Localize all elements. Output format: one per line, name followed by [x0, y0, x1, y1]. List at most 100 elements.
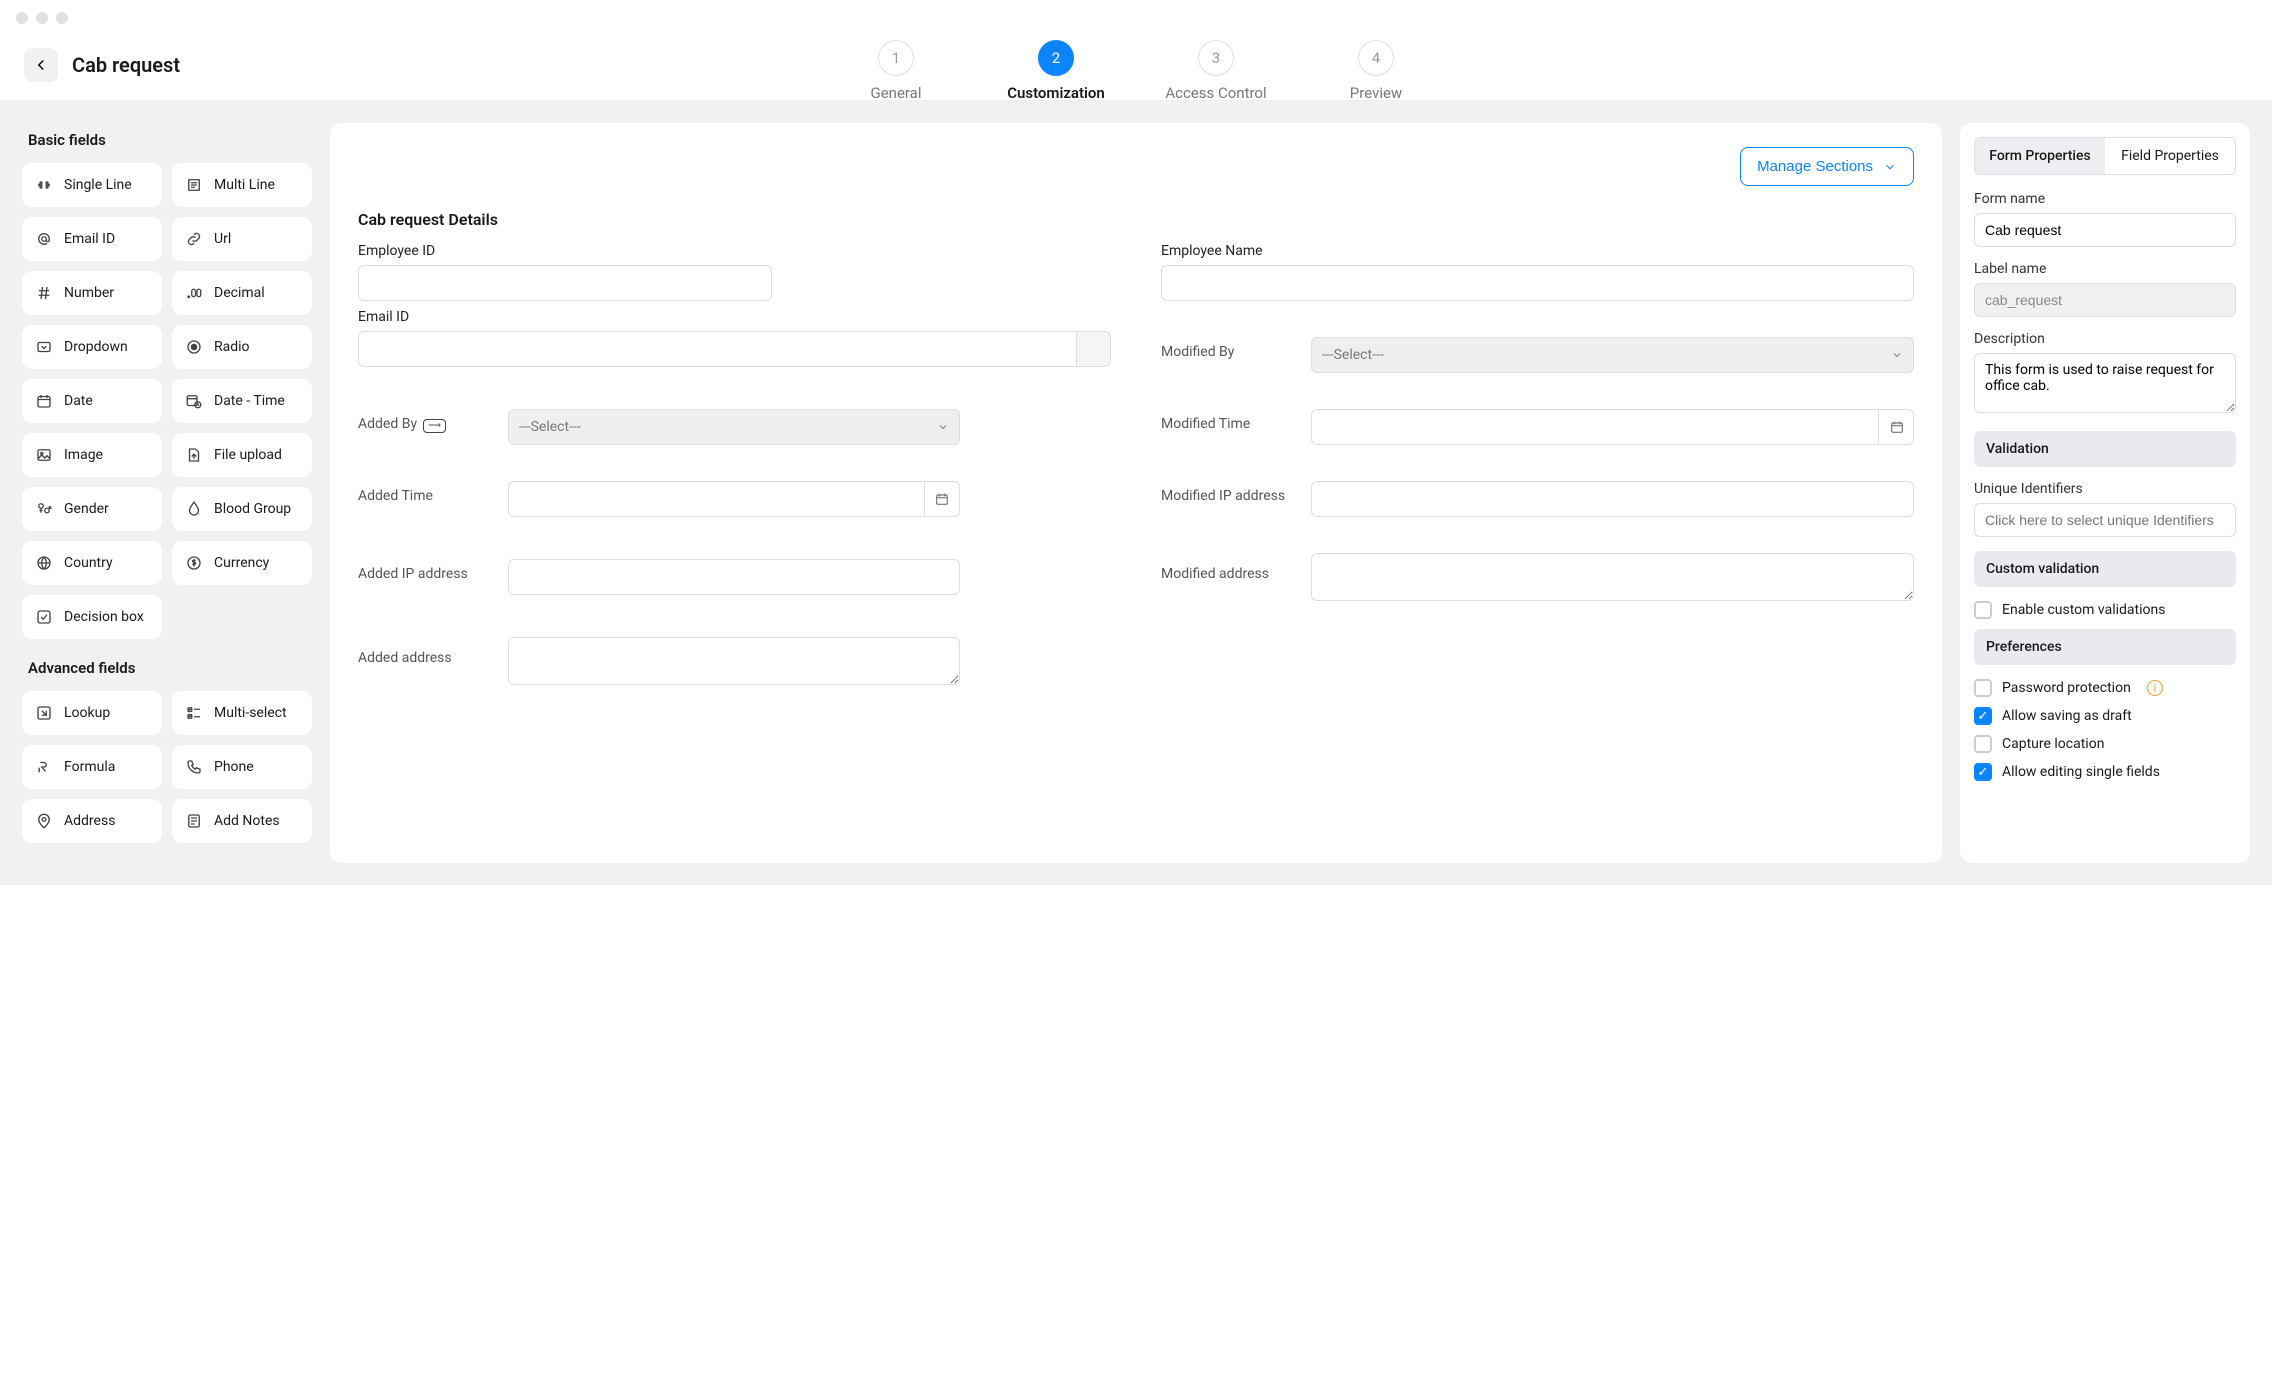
field-added-time[interactable]: Added Time	[358, 481, 1111, 517]
field-dropdown[interactable]: Dropdown	[22, 325, 162, 369]
section-title: Cab request Details	[358, 210, 1914, 229]
email-id-input[interactable]	[358, 331, 1077, 367]
page-title: Cab request	[72, 53, 180, 77]
field-added-address[interactable]: Added address	[358, 637, 1111, 685]
fields-palette: Basic fields Single Line Multi Line Emai…	[22, 123, 312, 863]
field-gender[interactable]: Gender	[22, 487, 162, 531]
employee-name-input[interactable]	[1161, 265, 1914, 301]
basic-fields-heading: Basic fields	[28, 131, 312, 149]
added-by-select[interactable]: ---Select---	[508, 409, 960, 445]
validation-section-header: Validation	[1974, 431, 2236, 467]
field-added-by[interactable]: Added By⟶ ---Select---	[358, 409, 1111, 445]
field-lookup[interactable]: Lookup	[22, 691, 162, 735]
url-icon	[184, 229, 204, 249]
field-date-time[interactable]: Date - Time	[172, 379, 312, 423]
field-multi-line[interactable]: Multi Line	[172, 163, 312, 207]
window-dots	[0, 0, 2272, 36]
field-modified-time[interactable]: Modified Time	[1161, 409, 1914, 445]
field-added-ip[interactable]: Added IP address	[358, 553, 1111, 601]
field-number[interactable]: Number	[22, 271, 162, 315]
field-radio[interactable]: Radio	[172, 325, 312, 369]
pref-allow-editing-single-fields[interactable]: Allow editing single fields	[1974, 763, 2236, 781]
form-name-label: Form name	[1974, 191, 2236, 207]
main-area: Basic fields Single Line Multi Line Emai…	[0, 101, 2272, 885]
field-formula[interactable]: Formula	[22, 745, 162, 789]
link-icon: ⟶	[423, 419, 446, 433]
added-ip-input[interactable]	[508, 559, 960, 595]
wizard-step-preview[interactable]: 4 Preview	[1296, 40, 1456, 102]
field-modified-address[interactable]: Modified address	[1161, 553, 1914, 601]
field-email[interactable]: Email ID	[22, 217, 162, 261]
single-line-icon	[34, 175, 54, 195]
added-time-input[interactable]	[508, 481, 960, 517]
date-time-icon	[184, 391, 204, 411]
manage-sections-button[interactable]: Manage Sections	[1740, 147, 1914, 186]
pref-password-protection[interactable]: Password protection i	[1974, 679, 2236, 697]
email-suffix-icon	[1077, 331, 1111, 367]
form-name-input[interactable]	[1974, 213, 2236, 247]
wizard-step-access-control[interactable]: 3 Access Control	[1136, 40, 1296, 102]
field-modified-by[interactable]: Modified By ---Select---	[1161, 337, 1914, 373]
properties-panel: Form Properties Field Properties Form na…	[1960, 123, 2250, 863]
preferences-header: Preferences	[1974, 629, 2236, 665]
field-decimal[interactable]: Decimal	[172, 271, 312, 315]
wizard-stepper: 1 General 2 Customization 3 Access Contr…	[816, 40, 1456, 102]
field-image[interactable]: Image	[22, 433, 162, 477]
field-modified-ip[interactable]: Modified IP address	[1161, 481, 1914, 517]
currency-icon	[184, 553, 204, 573]
added-address-input[interactable]	[508, 637, 960, 685]
country-icon	[34, 553, 54, 573]
tab-form-properties[interactable]: Form Properties	[1975, 138, 2105, 174]
field-single-line[interactable]: Single Line	[22, 163, 162, 207]
number-icon	[34, 283, 54, 303]
field-employee-name[interactable]: Employee Name	[1161, 243, 1914, 301]
field-decision-box[interactable]: Decision box	[22, 595, 162, 639]
field-file-upload[interactable]: File upload	[172, 433, 312, 477]
tab-field-properties[interactable]: Field Properties	[2105, 138, 2235, 174]
field-country[interactable]: Country	[22, 541, 162, 585]
modified-ip-input[interactable]	[1311, 481, 1914, 517]
field-multi-select[interactable]: Multi-select	[172, 691, 312, 735]
chevron-down-icon	[1883, 160, 1897, 174]
chevron-down-icon	[1891, 349, 1903, 361]
file-upload-icon	[184, 445, 204, 465]
field-url[interactable]: Url	[172, 217, 312, 261]
multi-select-icon	[184, 703, 204, 723]
dropdown-icon	[34, 337, 54, 357]
pref-allow-saving-draft[interactable]: Allow saving as draft	[1974, 707, 2236, 725]
pref-capture-location[interactable]: Capture location	[1974, 735, 2236, 753]
field-add-notes[interactable]: Add Notes	[172, 799, 312, 843]
address-icon	[34, 811, 54, 831]
employee-id-input[interactable]	[358, 265, 772, 301]
label-name-input	[1974, 283, 2236, 317]
field-date[interactable]: Date	[22, 379, 162, 423]
enable-custom-validation-checkbox[interactable]: Enable custom validations	[1974, 601, 2236, 619]
chevron-down-icon	[937, 421, 949, 433]
description-label: Description	[1974, 331, 2236, 347]
phone-icon	[184, 757, 204, 777]
date-icon	[34, 391, 54, 411]
wizard-step-general[interactable]: 1 General	[816, 40, 976, 102]
back-arrow-icon	[32, 56, 50, 74]
modified-address-input[interactable]	[1311, 553, 1914, 601]
notes-icon	[184, 811, 204, 831]
field-employee-id[interactable]: Employee ID	[358, 243, 1111, 301]
field-currency[interactable]: Currency	[172, 541, 312, 585]
field-blood-group[interactable]: Blood Group	[172, 487, 312, 531]
unique-identifiers-input[interactable]	[1974, 503, 2236, 537]
field-phone[interactable]: Phone	[172, 745, 312, 789]
radio-icon	[184, 337, 204, 357]
back-button[interactable]	[24, 48, 58, 82]
field-address[interactable]: Address	[22, 799, 162, 843]
modified-by-select[interactable]: ---Select---	[1311, 337, 1914, 373]
image-icon	[34, 445, 54, 465]
blood-icon	[184, 499, 204, 519]
modified-time-input[interactable]	[1311, 409, 1914, 445]
advanced-fields-heading: Advanced fields	[28, 659, 312, 677]
calendar-icon[interactable]	[1878, 409, 1914, 445]
field-email-id[interactable]: Email ID	[358, 309, 1111, 373]
description-input[interactable]	[1974, 353, 2236, 413]
wizard-step-customization[interactable]: 2 Customization	[976, 40, 1136, 102]
calendar-icon[interactable]	[924, 481, 960, 517]
multi-line-icon	[184, 175, 204, 195]
